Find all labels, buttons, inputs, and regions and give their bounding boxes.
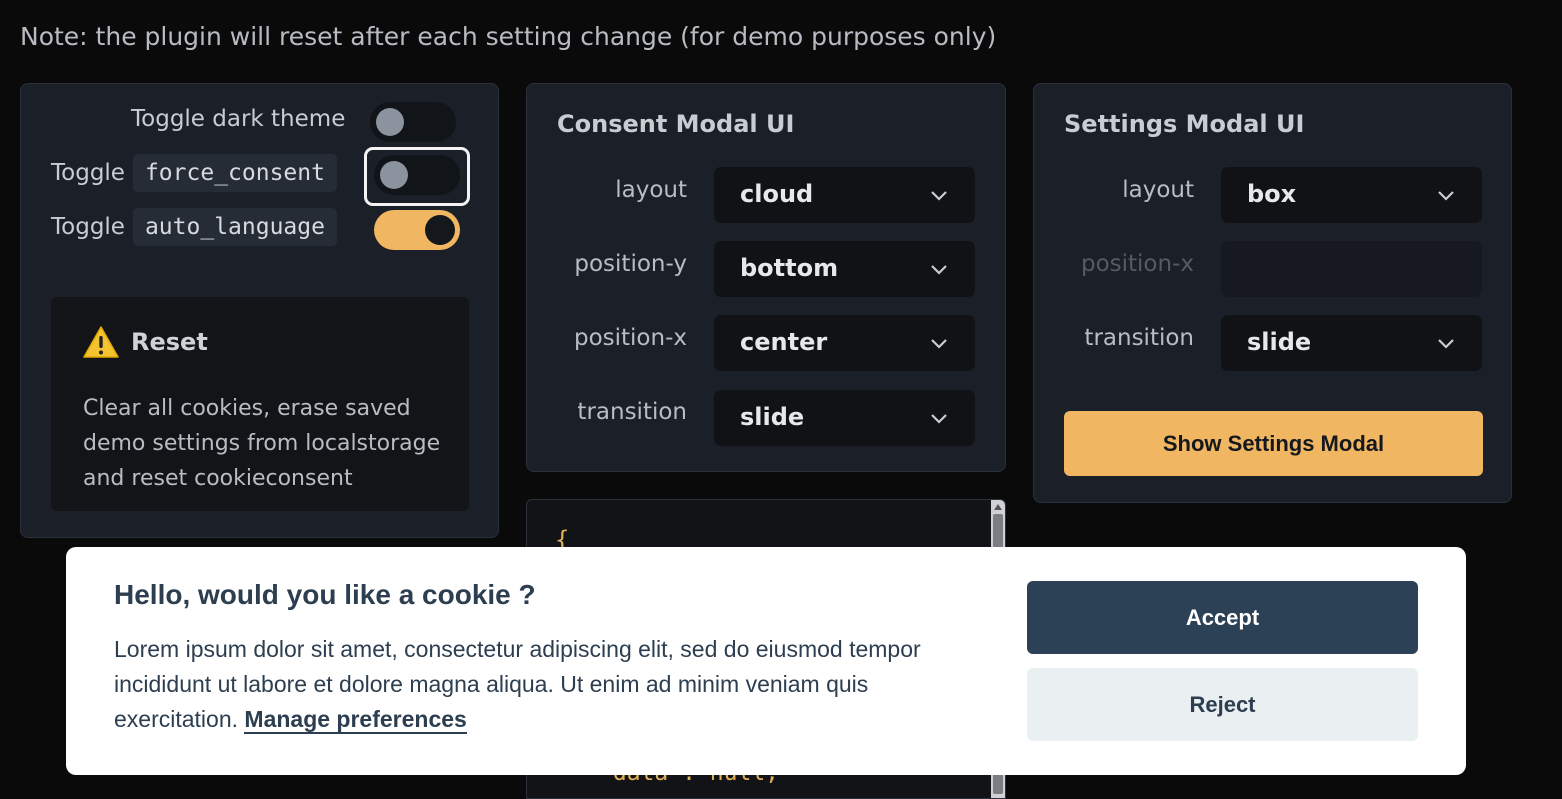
- auto-language-prefix: Toggle: [51, 214, 125, 240]
- chevron-down-icon: [1438, 339, 1454, 349]
- settings-modal-ui-panel: Settings Modal UI layout box position-x …: [1033, 83, 1512, 503]
- settings-transition-label: transition: [1084, 325, 1194, 351]
- cookie-modal-text: Lorem ipsum dolor sit amet, consectetur …: [114, 636, 921, 732]
- chevron-down-icon: [931, 265, 947, 275]
- select-value: slide: [1247, 328, 1312, 356]
- reset-description: Clear all cookies, erase saved demo sett…: [83, 396, 441, 491]
- settings-layout-label: layout: [1122, 177, 1194, 203]
- consent-modal-ui-panel: Consent Modal UI layout cloud position-y…: [526, 83, 1006, 472]
- auto-language-code: auto_language: [132, 208, 337, 246]
- manage-preferences-link[interactable]: Manage preferences: [244, 706, 467, 734]
- reject-button[interactable]: Reject: [1027, 668, 1418, 741]
- chevron-down-icon: [1438, 191, 1454, 201]
- warning-icon: [83, 326, 119, 358]
- scroll-up-arrow-icon[interactable]: [994, 504, 1002, 510]
- select-value: cloud: [740, 180, 814, 208]
- switch-knob: [425, 215, 455, 245]
- cookie-modal-title: Hello, would you like a cookie ?: [114, 579, 536, 610]
- select-value: box: [1247, 180, 1297, 208]
- settings-layout-select[interactable]: box: [1221, 167, 1482, 223]
- select-value: bottom: [740, 254, 839, 282]
- chevron-down-icon: [931, 339, 947, 349]
- consent-position-x-label: position-x: [573, 325, 687, 351]
- cookie-consent-modal: Hello, would you like a cookie ? Lorem i…: [66, 547, 1466, 775]
- settings-position-x-select: [1221, 241, 1482, 297]
- consent-layout-label: layout: [615, 177, 687, 203]
- force-consent-prefix: Toggle: [51, 160, 125, 186]
- auto-language-row: Toggle auto_language: [51, 208, 337, 246]
- force-consent-code: force_consent: [132, 154, 337, 192]
- consent-transition-label: transition: [577, 399, 687, 425]
- select-value: slide: [740, 403, 805, 431]
- chevron-down-icon: [931, 191, 947, 201]
- auto-language-switch[interactable]: [374, 210, 460, 250]
- consent-layout-select[interactable]: cloud: [714, 167, 975, 223]
- reset-title: Reset: [83, 325, 208, 359]
- switch-knob: [376, 108, 404, 136]
- consent-transition-select[interactable]: slide: [714, 390, 975, 446]
- cookie-modal-description: Lorem ipsum dolor sit amet, consectetur …: [114, 632, 974, 737]
- show-settings-modal-button[interactable]: Show Settings Modal: [1064, 411, 1483, 476]
- demo-note: Note: the plugin will reset after each s…: [20, 22, 997, 51]
- select-value: center: [740, 328, 828, 356]
- dark-theme-row: Toggle dark theme: [131, 106, 345, 132]
- force-consent-row: Toggle force_consent: [51, 154, 337, 192]
- settings-ui-title: Settings Modal UI: [1064, 110, 1305, 138]
- chevron-down-icon: [931, 414, 947, 424]
- accept-button[interactable]: Accept: [1027, 581, 1418, 654]
- consent-ui-title: Consent Modal UI: [557, 110, 795, 138]
- dark-theme-label: Toggle dark theme: [131, 106, 346, 132]
- consent-position-x-select[interactable]: center: [714, 315, 975, 371]
- settings-position-x-label: position-x: [1080, 251, 1194, 277]
- consent-position-y-select[interactable]: bottom: [714, 241, 975, 297]
- reset-card[interactable]: Reset Clear all cookies, erase saved dem…: [51, 297, 469, 511]
- settings-transition-select[interactable]: slide: [1221, 315, 1482, 371]
- reset-title-text: Reset: [131, 328, 208, 356]
- consent-position-y-label: position-y: [574, 251, 687, 277]
- dark-theme-switch[interactable]: [370, 102, 456, 142]
- focus-outline: [364, 147, 470, 206]
